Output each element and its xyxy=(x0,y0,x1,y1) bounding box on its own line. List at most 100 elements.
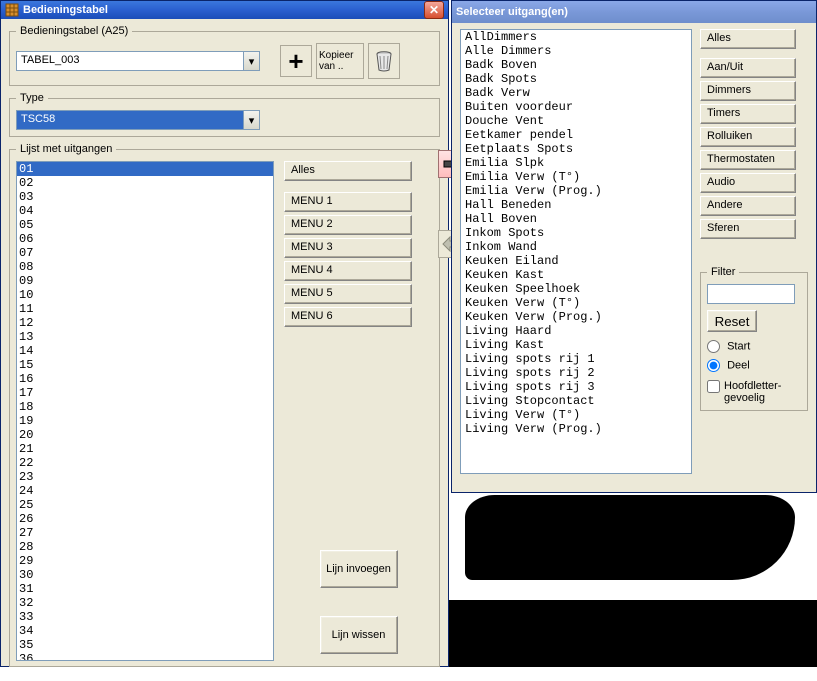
radio-start[interactable]: Start xyxy=(707,340,801,353)
list-row[interactable]: 13 xyxy=(17,330,273,344)
menu-button[interactable]: MENU 4 xyxy=(284,261,412,281)
uitgang-item[interactable]: Living Haard xyxy=(461,324,691,338)
uitgang-item[interactable]: Alle Dimmers xyxy=(461,44,691,58)
menu-button[interactable]: MENU 3 xyxy=(284,238,412,258)
list-row[interactable]: 22 xyxy=(17,456,273,470)
list-row[interactable]: 18 xyxy=(17,400,273,414)
list-row[interactable]: 04 xyxy=(17,204,273,218)
uitgang-item[interactable]: Emilia Slpk xyxy=(461,156,691,170)
bedieningstabel-combo[interactable]: TABEL_003 ▾ xyxy=(16,51,260,71)
list-row[interactable]: 16 xyxy=(17,372,273,386)
list-row[interactable]: 19 xyxy=(17,414,273,428)
list-row[interactable]: 36 xyxy=(17,652,273,661)
category-button[interactable]: Thermostaten xyxy=(700,150,796,170)
lijn-invoegen-button[interactable]: Lijn invoegen xyxy=(320,550,398,588)
list-row[interactable]: 05 xyxy=(17,218,273,232)
uitgang-item[interactable]: AllDimmers xyxy=(461,30,691,44)
uitgangen-number-list[interactable]: 0102030405060708091011121314151617181920… xyxy=(16,161,274,661)
uitgang-item[interactable]: Badk Boven xyxy=(461,58,691,72)
uitgang-item[interactable]: Badk Spots xyxy=(461,72,691,86)
list-row[interactable]: 30 xyxy=(17,568,273,582)
titlebar-left[interactable]: Bedieningstabel ✕ xyxy=(1,1,448,19)
uitgang-item[interactable]: Living spots rij 1 xyxy=(461,352,691,366)
dropdown-icon[interactable]: ▾ xyxy=(243,111,259,129)
kopieer-van-button[interactable]: Kopieer van .. xyxy=(316,43,364,79)
uitgang-item[interactable]: Buiten voordeur xyxy=(461,100,691,114)
uitgang-item[interactable]: Living Verw (T°) xyxy=(461,408,691,422)
close-button[interactable]: ✕ xyxy=(424,1,444,19)
list-row[interactable]: 26 xyxy=(17,512,273,526)
uitgangen-list[interactable]: AllDimmersAlle DimmersBadk BovenBadk Spo… xyxy=(460,29,692,474)
list-row[interactable]: 15 xyxy=(17,358,273,372)
category-button[interactable]: Sferen xyxy=(700,219,796,239)
uitgang-item[interactable]: Hall Beneden xyxy=(461,198,691,212)
uitgang-item[interactable]: Keuken Verw (T°) xyxy=(461,296,691,310)
list-row[interactable]: 10 xyxy=(17,288,273,302)
menu-button[interactable]: MENU 6 xyxy=(284,307,412,327)
category-button[interactable]: Andere xyxy=(700,196,796,216)
list-row[interactable]: 03 xyxy=(17,190,273,204)
checkbox-hoofdletter[interactable]: Hoofdletter-gevoelig xyxy=(707,380,801,404)
alles-button-right[interactable]: Alles xyxy=(700,29,796,49)
reset-button[interactable]: Reset xyxy=(707,310,757,332)
uitgang-item[interactable]: Keuken Eiland xyxy=(461,254,691,268)
list-row[interactable]: 28 xyxy=(17,540,273,554)
list-row[interactable]: 12 xyxy=(17,316,273,330)
delete-button[interactable] xyxy=(368,43,400,79)
list-row[interactable]: 06 xyxy=(17,232,273,246)
list-row[interactable]: 24 xyxy=(17,484,273,498)
category-button[interactable]: Timers xyxy=(700,104,796,124)
uitgang-item[interactable]: Badk Verw xyxy=(461,86,691,100)
uitgang-item[interactable]: Living Stopcontact xyxy=(461,394,691,408)
filter-input[interactable] xyxy=(707,284,795,304)
category-button[interactable]: Aan/Uit xyxy=(700,58,796,78)
uitgang-item[interactable]: Douche Vent xyxy=(461,114,691,128)
uitgang-item[interactable]: Keuken Kast xyxy=(461,268,691,282)
uitgang-item[interactable]: Living Kast xyxy=(461,338,691,352)
uitgang-item[interactable]: Eetkamer pendel xyxy=(461,128,691,142)
type-combo[interactable]: TSC58 ▾ xyxy=(16,110,260,130)
uitgang-item[interactable]: Emilia Verw (Prog.) xyxy=(461,184,691,198)
titlebar-right[interactable]: Selecteer uitgang(en) xyxy=(452,1,816,23)
uitgang-item[interactable]: Keuken Verw (Prog.) xyxy=(461,310,691,324)
uitgang-item[interactable]: Inkom Spots xyxy=(461,226,691,240)
uitgang-item[interactable]: Keuken Speelhoek xyxy=(461,282,691,296)
list-row[interactable]: 31 xyxy=(17,582,273,596)
uitgang-item[interactable]: Living spots rij 2 xyxy=(461,366,691,380)
menu-button[interactable]: MENU 5 xyxy=(284,284,412,304)
list-row[interactable]: 27 xyxy=(17,526,273,540)
list-row[interactable]: 35 xyxy=(17,638,273,652)
list-row[interactable]: 08 xyxy=(17,260,273,274)
list-row[interactable]: 02 xyxy=(17,176,273,190)
list-row[interactable]: 07 xyxy=(17,246,273,260)
dropdown-icon[interactable]: ▾ xyxy=(243,52,259,70)
list-row[interactable]: 14 xyxy=(17,344,273,358)
list-row[interactable]: 01 xyxy=(17,162,273,176)
uitgang-item[interactable]: Living Verw (Prog.) xyxy=(461,422,691,436)
lijn-wissen-button[interactable]: Lijn wissen xyxy=(320,616,398,654)
uitgang-item[interactable]: Living spots rij 3 xyxy=(461,380,691,394)
radio-deel[interactable]: Deel xyxy=(707,359,801,372)
uitgang-item[interactable]: Eetplaats Spots xyxy=(461,142,691,156)
list-row[interactable]: 34 xyxy=(17,624,273,638)
menu-button[interactable]: MENU 2 xyxy=(284,215,412,235)
uitgang-item[interactable]: Inkom Wand xyxy=(461,240,691,254)
list-row[interactable]: 33 xyxy=(17,610,273,624)
list-row[interactable]: 20 xyxy=(17,428,273,442)
list-row[interactable]: 32 xyxy=(17,596,273,610)
category-button[interactable]: Dimmers xyxy=(700,81,796,101)
category-button[interactable]: Rolluiken xyxy=(700,127,796,147)
add-button[interactable]: + xyxy=(280,45,312,77)
list-row[interactable]: 11 xyxy=(17,302,273,316)
uitgang-item[interactable]: Hall Boven xyxy=(461,212,691,226)
list-row[interactable]: 17 xyxy=(17,386,273,400)
list-row[interactable]: 29 xyxy=(17,554,273,568)
uitgang-item[interactable]: Emilia Verw (T°) xyxy=(461,170,691,184)
alles-button[interactable]: Alles xyxy=(284,161,412,181)
category-button[interactable]: Audio xyxy=(700,173,796,193)
list-row[interactable]: 21 xyxy=(17,442,273,456)
list-row[interactable]: 09 xyxy=(17,274,273,288)
list-row[interactable]: 25 xyxy=(17,498,273,512)
menu-button[interactable]: MENU 1 xyxy=(284,192,412,212)
list-row[interactable]: 23 xyxy=(17,470,273,484)
